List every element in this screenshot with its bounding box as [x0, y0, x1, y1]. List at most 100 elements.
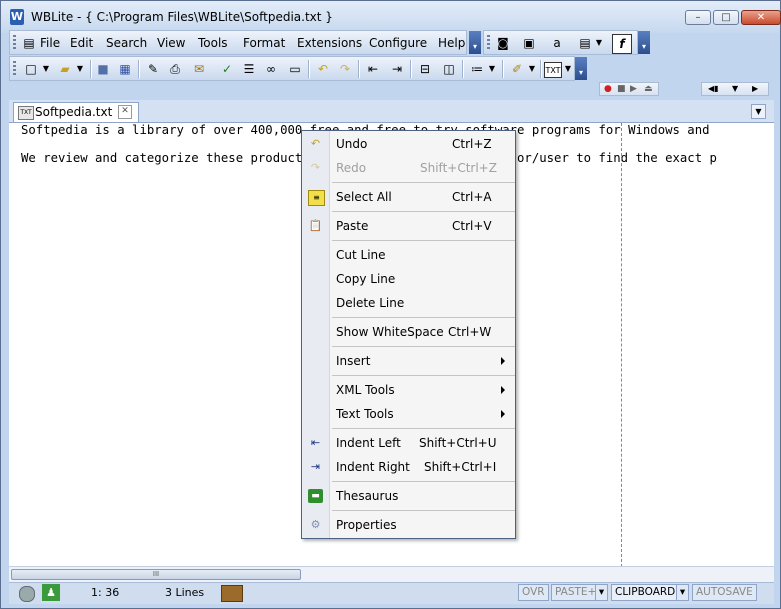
menu-search[interactable]: Search	[106, 36, 147, 50]
ovr-indicator[interactable]: OVR	[518, 584, 549, 601]
menu-item-delete-line[interactable]: Delete Line	[302, 292, 515, 314]
split-horizontal-icon[interactable]: ⊟	[416, 60, 434, 78]
print-icon[interactable]: ⎙	[166, 60, 184, 78]
autosave-indicator[interactable]: AUTOSAVE	[692, 584, 757, 601]
user-icon[interactable]: ♟	[42, 584, 60, 601]
undo-icon[interactable]: ↶	[314, 60, 332, 78]
menu-item-text-tools[interactable]: Text Tools	[302, 403, 515, 425]
menu-item-shortcut: Ctrl+V	[452, 219, 492, 233]
toolbar-separator	[462, 60, 464, 78]
menubar-overflow-chevron-icon[interactable]: ▾	[469, 31, 481, 54]
menu-item-xml-tools[interactable]: XML Tools	[302, 379, 515, 401]
stop-icon[interactable]: ■	[617, 84, 626, 94]
toolbar-extra: ◙ ▣ a ▤ ▼ f	[483, 30, 638, 55]
chevron-down-icon[interactable]: ▼	[594, 34, 604, 52]
bullets-icon[interactable]: ≔	[468, 60, 486, 78]
eject-icon[interactable]: ⏏	[644, 84, 653, 94]
toolbar-separator	[502, 60, 504, 78]
menu-extensions[interactable]: Extensions	[297, 36, 362, 50]
highlighter-icon[interactable]: ✐	[508, 60, 526, 78]
gears-icon: ⚙	[310, 518, 321, 531]
maximize-button[interactable]: □	[713, 10, 739, 25]
indent-right-icon[interactable]: ⇥	[388, 60, 406, 78]
save-all-icon[interactable]: ▦	[116, 60, 134, 78]
menu-item-shortcut: Shift+Ctrl+U	[419, 436, 497, 450]
minimize-button[interactable]: –	[685, 10, 711, 25]
menu-item-cut-line[interactable]: Cut Line	[302, 244, 515, 266]
horizontal-scrollbar[interactable]: III	[9, 566, 774, 582]
menu-edit[interactable]: Edit	[70, 36, 93, 50]
txt-format-icon[interactable]: TXT	[544, 62, 562, 78]
spellcheck-icon[interactable]: ✓	[218, 60, 236, 78]
camera-icon[interactable]: ◙	[494, 34, 512, 52]
chevron-down-icon[interactable]: ▾	[595, 584, 608, 601]
menu-configure[interactable]: Configure	[369, 36, 427, 50]
menu-item-label: Indent Right	[336, 460, 410, 474]
menu-separator	[332, 317, 515, 318]
app-logo-icon[interactable]: W	[10, 9, 24, 25]
chevron-down-icon[interactable]: ▼	[41, 60, 51, 78]
scrollbar-thumb[interactable]: III	[11, 569, 301, 580]
menu-item-paste[interactable]: 📋 Paste Ctrl+V	[302, 215, 515, 237]
page-icon[interactable]: ▤	[576, 34, 594, 52]
menu-item-thesaurus[interactable]: ▬ Thesaurus	[302, 485, 515, 507]
menu-item-undo[interactable]: ↶ Undo Ctrl+Z	[302, 133, 515, 155]
chevron-down-icon[interactable]: ▼	[732, 84, 738, 93]
menu-view[interactable]: View	[157, 36, 185, 50]
toolbar2-overflow-chevron-icon[interactable]: ▾	[575, 57, 587, 80]
menu-item-select-all[interactable]: ≡ Select All Ctrl+A	[302, 186, 515, 208]
menu-separator	[332, 510, 515, 511]
save-icon[interactable]: ■	[94, 60, 112, 78]
play-icon[interactable]: ▶	[630, 84, 637, 94]
undo-icon: ↶	[310, 137, 321, 150]
menu-item-properties[interactable]: ⚙ Properties	[302, 514, 515, 536]
indent-left-icon[interactable]: ⇤	[364, 60, 382, 78]
chevron-down-icon[interactable]: ▾	[676, 584, 689, 601]
nav-back-icon[interactable]: ◀▮	[708, 84, 719, 93]
menu-tools[interactable]: Tools	[198, 36, 228, 50]
tab-list-chevron-icon[interactable]: ▼	[751, 104, 766, 119]
status-indicator-icon[interactable]	[19, 586, 35, 602]
menu-item-insert[interactable]: Insert	[302, 350, 515, 372]
grip-handle[interactable]	[13, 35, 16, 51]
clipboard-indicator[interactable]: CLIPBOARD	[611, 584, 680, 601]
redo-icon[interactable]: ↷	[336, 60, 354, 78]
menu-help[interactable]: Help	[438, 36, 465, 50]
toolbar-overflow-chevron-icon[interactable]: ▾	[638, 31, 650, 54]
menu-item-shortcut: Ctrl+W	[448, 325, 492, 339]
link-icon[interactable]: ∞	[262, 60, 280, 78]
menu-item-redo[interactable]: ↷ Redo Shift+Ctrl+Z	[302, 157, 515, 179]
menu-item-copy-line[interactable]: Copy Line	[302, 268, 515, 290]
menu-item-indent-left[interactable]: ⇤ Indent Left Shift+Ctrl+U	[302, 432, 515, 454]
line-count: 3 Lines	[165, 586, 205, 599]
open-folder-icon[interactable]: ▰	[56, 60, 74, 78]
mail-icon[interactable]: ✉	[190, 60, 208, 78]
box-icon[interactable]: ▣	[520, 34, 538, 52]
chevron-down-icon[interactable]: ▼	[75, 60, 85, 78]
chevron-down-icon[interactable]: ▼	[563, 60, 573, 78]
grip-handle[interactable]	[487, 35, 490, 51]
menu-format[interactable]: Format	[243, 36, 285, 50]
nav-forward-icon[interactable]: ▶	[752, 84, 758, 93]
function-icon[interactable]: f	[612, 34, 632, 54]
paste-mode-indicator[interactable]: PASTE+	[551, 584, 601, 601]
split-vertical-icon[interactable]: ◫	[440, 60, 458, 78]
chevron-down-icon[interactable]: ▼	[487, 60, 497, 78]
close-button[interactable]: ✕	[741, 10, 781, 25]
list-icon[interactable]: ☰	[240, 60, 258, 78]
record-icon[interactable]: ●	[604, 84, 612, 94]
new-file-icon[interactable]: □	[22, 60, 40, 78]
field-icon[interactable]: ▭	[286, 60, 304, 78]
menu-file[interactable]: File	[40, 36, 60, 50]
tab-softpedia[interactable]: TXT Softpedia.txt ✕	[13, 102, 139, 122]
menu-item-indent-right[interactable]: ⇥ Indent Right Shift+Ctrl+I	[302, 456, 515, 478]
chevron-down-icon[interactable]: ▼	[527, 60, 537, 78]
grip-handle[interactable]	[13, 61, 16, 77]
close-tab-icon[interactable]: ✕	[118, 105, 132, 119]
tab-strip: TXT Softpedia.txt ✕ ▼	[9, 100, 774, 122]
brush-icon[interactable]: ✎	[144, 60, 162, 78]
book-icon[interactable]	[221, 585, 243, 602]
font-icon[interactable]: a	[548, 34, 566, 52]
right-margin-guide	[621, 123, 622, 567]
menu-item-show-whitespace[interactable]: Show WhiteSpace Ctrl+W	[302, 321, 515, 343]
